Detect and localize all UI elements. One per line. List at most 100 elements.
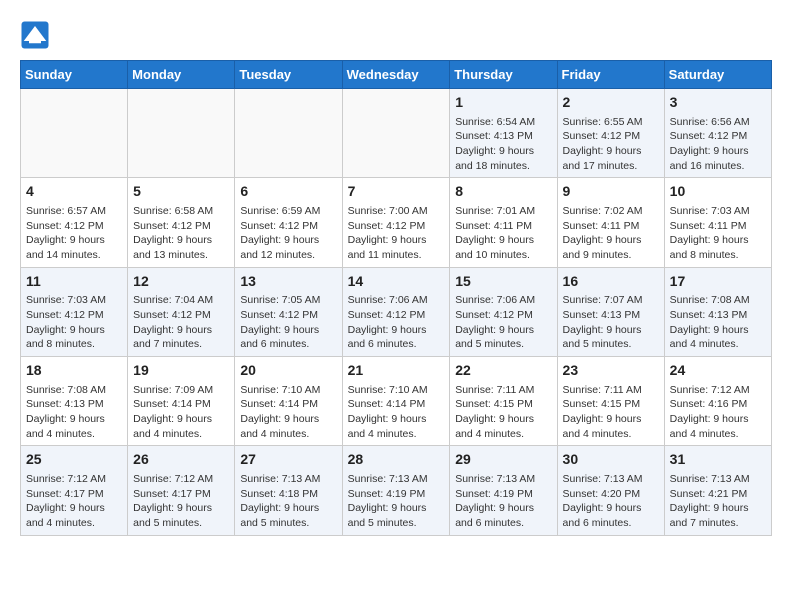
calendar-cell [342,89,450,178]
header-friday: Friday [557,61,664,89]
day-number: 15 [455,272,551,292]
day-number: 4 [26,182,122,202]
day-number: 3 [670,93,766,113]
sunrise: Sunrise: 6:59 AM [240,204,336,219]
daylight: Daylight: 9 hours and 6 minutes. [348,323,445,352]
sunrise: Sunrise: 7:13 AM [670,472,766,487]
sunrise: Sunrise: 7:04 AM [133,293,229,308]
sunrise: Sunrise: 7:13 AM [455,472,551,487]
sunrise: Sunrise: 7:03 AM [26,293,122,308]
sunset: Sunset: 4:11 PM [455,219,551,234]
sunrise: Sunrise: 7:11 AM [455,383,551,398]
week-row-2: 4Sunrise: 6:57 AMSunset: 4:12 PMDaylight… [21,178,772,267]
logo-icon [20,20,50,50]
day-number: 10 [670,182,766,202]
sunrise: Sunrise: 7:12 AM [133,472,229,487]
sunset: Sunset: 4:15 PM [455,397,551,412]
daylight: Daylight: 9 hours and 10 minutes. [455,233,551,262]
sunset: Sunset: 4:16 PM [670,397,766,412]
daylight: Daylight: 9 hours and 13 minutes. [133,233,229,262]
logo [20,20,52,50]
sunset: Sunset: 4:12 PM [133,308,229,323]
day-number: 7 [348,182,445,202]
daylight: Daylight: 9 hours and 11 minutes. [348,233,445,262]
week-row-1: 1Sunrise: 6:54 AMSunset: 4:13 PMDaylight… [21,89,772,178]
sunset: Sunset: 4:14 PM [240,397,336,412]
header-monday: Monday [128,61,235,89]
sunset: Sunset: 4:18 PM [240,487,336,502]
daylight: Daylight: 9 hours and 5 minutes. [563,323,659,352]
sunset: Sunset: 4:21 PM [670,487,766,502]
sunrise: Sunrise: 7:03 AM [670,204,766,219]
daylight: Daylight: 9 hours and 17 minutes. [563,144,659,173]
sunset: Sunset: 4:12 PM [240,219,336,234]
calendar-cell: 15Sunrise: 7:06 AMSunset: 4:12 PMDayligh… [450,267,557,356]
sunrise: Sunrise: 6:55 AM [563,115,659,130]
sunset: Sunset: 4:14 PM [348,397,445,412]
sunrise: Sunrise: 7:08 AM [26,383,122,398]
daylight: Daylight: 9 hours and 6 minutes. [240,323,336,352]
calendar-table: SundayMondayTuesdayWednesdayThursdayFrid… [20,60,772,536]
sunrise: Sunrise: 7:02 AM [563,204,659,219]
sunset: Sunset: 4:11 PM [670,219,766,234]
header-tuesday: Tuesday [235,61,342,89]
calendar-cell: 19Sunrise: 7:09 AMSunset: 4:14 PMDayligh… [128,357,235,446]
day-number: 21 [348,361,445,381]
calendar-cell: 25Sunrise: 7:12 AMSunset: 4:17 PMDayligh… [21,446,128,535]
daylight: Daylight: 9 hours and 4 minutes. [348,412,445,441]
daylight: Daylight: 9 hours and 4 minutes. [133,412,229,441]
calendar-cell [128,89,235,178]
calendar-cell: 14Sunrise: 7:06 AMSunset: 4:12 PMDayligh… [342,267,450,356]
sunset: Sunset: 4:12 PM [670,129,766,144]
calendar-cell: 30Sunrise: 7:13 AMSunset: 4:20 PMDayligh… [557,446,664,535]
day-number: 16 [563,272,659,292]
daylight: Daylight: 9 hours and 4 minutes. [240,412,336,441]
calendar-cell: 10Sunrise: 7:03 AMSunset: 4:11 PMDayligh… [664,178,771,267]
day-number: 28 [348,450,445,470]
calendar-cell: 13Sunrise: 7:05 AMSunset: 4:12 PMDayligh… [235,267,342,356]
sunrise: Sunrise: 7:12 AM [26,472,122,487]
day-number: 19 [133,361,229,381]
daylight: Daylight: 9 hours and 4 minutes. [670,412,766,441]
page-header [20,20,772,50]
sunset: Sunset: 4:12 PM [240,308,336,323]
sunset: Sunset: 4:11 PM [563,219,659,234]
sunrise: Sunrise: 7:10 AM [348,383,445,398]
calendar-cell: 29Sunrise: 7:13 AMSunset: 4:19 PMDayligh… [450,446,557,535]
day-number: 22 [455,361,551,381]
sunset: Sunset: 4:12 PM [563,129,659,144]
sunrise: Sunrise: 6:58 AM [133,204,229,219]
sunset: Sunset: 4:13 PM [455,129,551,144]
sunrise: Sunrise: 7:00 AM [348,204,445,219]
sunrise: Sunrise: 7:10 AM [240,383,336,398]
day-number: 5 [133,182,229,202]
day-number: 30 [563,450,659,470]
sunrise: Sunrise: 7:09 AM [133,383,229,398]
calendar-cell: 1Sunrise: 6:54 AMSunset: 4:13 PMDaylight… [450,89,557,178]
header-thursday: Thursday [450,61,557,89]
day-number: 31 [670,450,766,470]
sunset: Sunset: 4:19 PM [455,487,551,502]
calendar-cell: 8Sunrise: 7:01 AMSunset: 4:11 PMDaylight… [450,178,557,267]
sunrise: Sunrise: 7:06 AM [455,293,551,308]
day-number: 12 [133,272,229,292]
day-number: 23 [563,361,659,381]
sunrise: Sunrise: 7:06 AM [348,293,445,308]
calendar-cell: 18Sunrise: 7:08 AMSunset: 4:13 PMDayligh… [21,357,128,446]
sunset: Sunset: 4:12 PM [455,308,551,323]
daylight: Daylight: 9 hours and 9 minutes. [563,233,659,262]
calendar-cell: 12Sunrise: 7:04 AMSunset: 4:12 PMDayligh… [128,267,235,356]
sunrise: Sunrise: 7:11 AM [563,383,659,398]
calendar-cell [21,89,128,178]
calendar-header-row: SundayMondayTuesdayWednesdayThursdayFrid… [21,61,772,89]
sunset: Sunset: 4:12 PM [133,219,229,234]
calendar-cell: 2Sunrise: 6:55 AMSunset: 4:12 PMDaylight… [557,89,664,178]
day-number: 25 [26,450,122,470]
header-saturday: Saturday [664,61,771,89]
sunrise: Sunrise: 6:57 AM [26,204,122,219]
sunrise: Sunrise: 6:54 AM [455,115,551,130]
header-wednesday: Wednesday [342,61,450,89]
daylight: Daylight: 9 hours and 4 minutes. [26,501,122,530]
day-number: 13 [240,272,336,292]
daylight: Daylight: 9 hours and 4 minutes. [670,323,766,352]
